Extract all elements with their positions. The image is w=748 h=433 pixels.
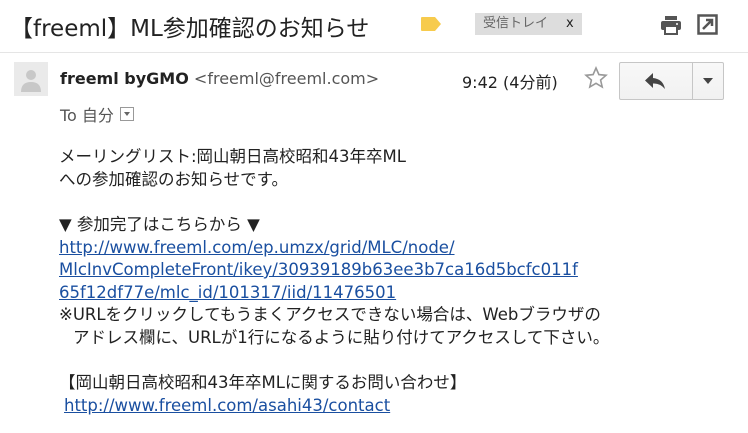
intro-line: メーリングリスト:岡山朝日高校昭和43年卒ML xyxy=(59,147,406,166)
contact-link[interactable]: http://www.freeml.com/asahi43/contact xyxy=(64,396,390,415)
avatar-icon xyxy=(14,62,48,96)
message-time: 9:42 (4分前) xyxy=(462,73,558,92)
more-options-icon xyxy=(703,78,713,84)
more-options-button[interactable] xyxy=(693,63,723,99)
complete-link[interactable]: 65f12df77e/mlc_id/101317/iid/11476501 xyxy=(59,283,396,302)
reply-button-group xyxy=(619,62,724,100)
message-body: メーリングリスト:岡山朝日高校昭和43年卒ML への参加確認のお知らせです。 ▼… xyxy=(59,146,739,417)
contact-heading: 【岡山朝日高校昭和43年卒MLに関するお問い合わせ】 xyxy=(59,373,467,392)
header-divider xyxy=(0,52,748,53)
recipient-row: To 自分 xyxy=(60,102,134,126)
remove-label-button[interactable]: x xyxy=(566,13,574,35)
reply-button[interactable] xyxy=(620,63,692,99)
note-text: ※URLをクリックしてもうまくアクセスできない場合は、Webブラウザの xyxy=(59,305,601,324)
complete-link[interactable]: MlcInvCompleteFront/ikey/30939189b63ee3b… xyxy=(59,260,578,279)
sender-email: <freeml@freeml.com> xyxy=(193,69,380,88)
subject-bar: 【freeml】ML参加確認のお知らせ 受信トレイ x xyxy=(0,0,748,52)
email-subject: 【freeml】ML参加確認のお知らせ xyxy=(10,16,370,42)
complete-link[interactable]: http://www.freeml.com/ep.umzx/grid/MLC/n… xyxy=(59,238,455,257)
reply-icon xyxy=(645,73,665,89)
inbox-label-text: 受信トレイ xyxy=(483,16,549,31)
inbox-label-chip: 受信トレイ x xyxy=(475,13,582,35)
recipient-label: To 自分 xyxy=(60,106,114,125)
label-tag-icon[interactable] xyxy=(420,16,442,32)
intro-line: への参加確認のお知らせです。 xyxy=(59,169,289,189)
star-icon[interactable] xyxy=(584,66,608,90)
popout-icon[interactable] xyxy=(697,14,718,35)
print-icon[interactable] xyxy=(660,15,682,35)
note-text: アドレス欄に、URLが1行になるように貼り付けてアクセスして下さい。 xyxy=(73,327,610,347)
sender-info: freeml byGMO <freeml@freeml.com> xyxy=(60,69,379,88)
complete-heading: ▼ 参加完了はこちらから ▼ xyxy=(59,215,260,234)
sender-name: freeml byGMO xyxy=(60,69,189,88)
details-dropdown-icon[interactable] xyxy=(119,107,134,121)
